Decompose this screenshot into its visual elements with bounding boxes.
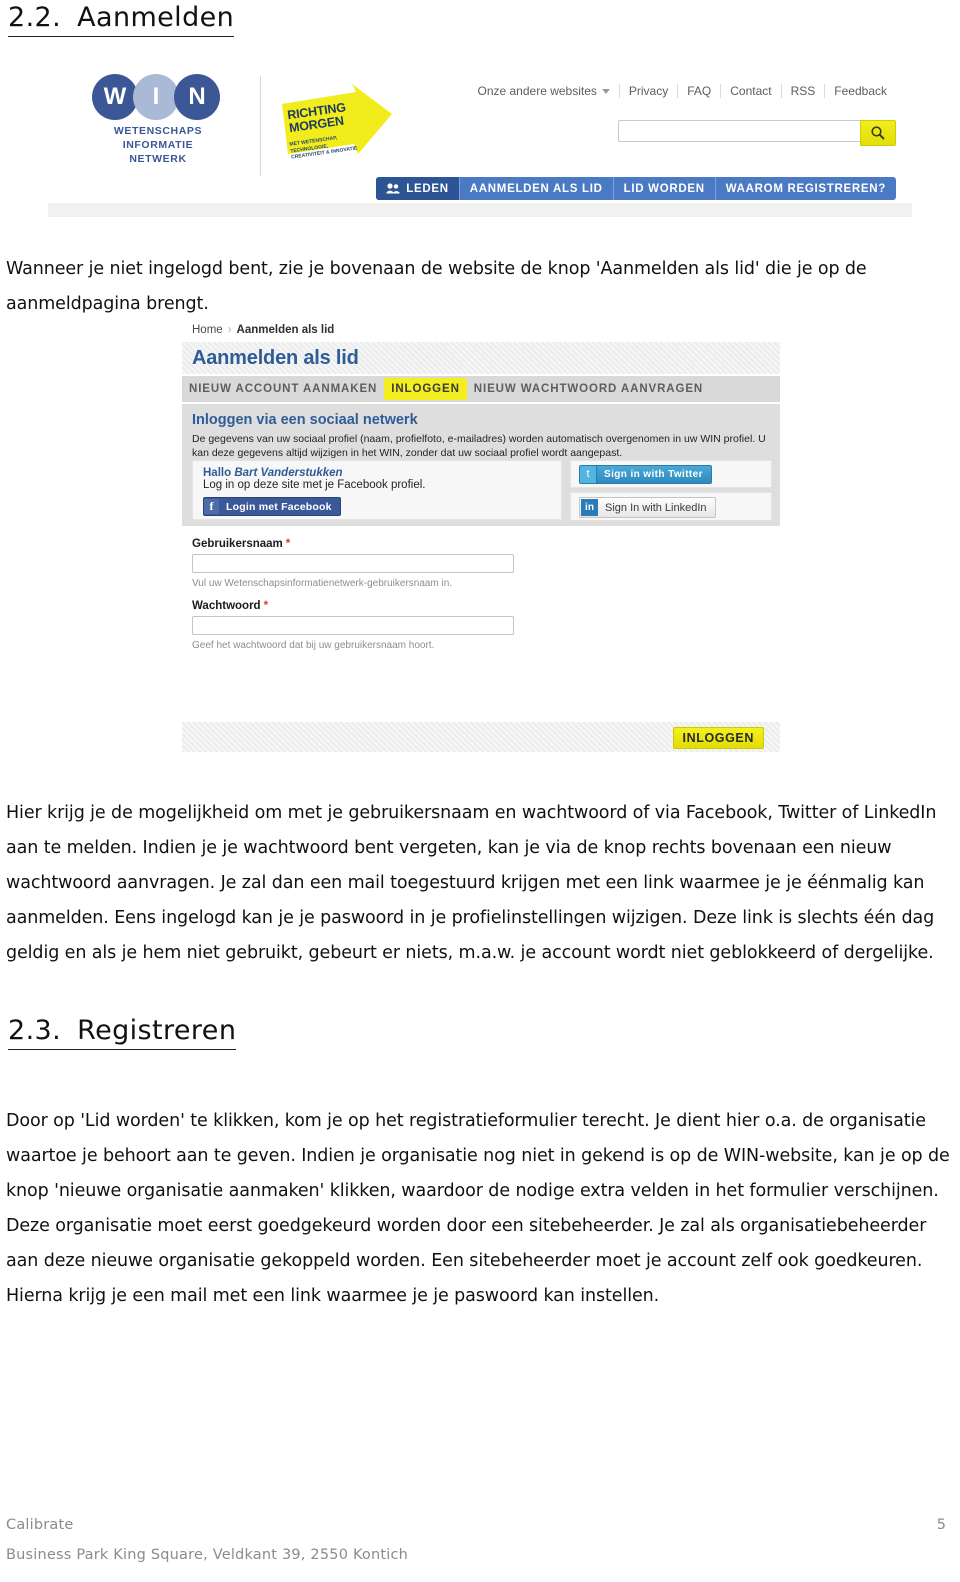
breadcrumb-current: Aanmelden als lid (236, 324, 335, 336)
login-submit-button[interactable]: INLOGGEN (672, 727, 764, 749)
richting-morgen-arrow: RICHTING MORGEN MET WETENSCHAP, TECHNOLO… (278, 82, 396, 174)
member-bar-waarom-registreren[interactable]: WAAROM REGISTREREN? (714, 177, 896, 200)
paragraph-login-options: Hier krijg je de mogelijkheid om met je … (6, 802, 937, 963)
win-logo-circles: W I N (92, 74, 224, 120)
twitter-login-button[interactable]: t Sign in with Twitter (579, 465, 712, 484)
section-title: Aanmelden (77, 2, 235, 33)
paragraph-aanmelden-intro: Wanneer je niet ingelogd bent, zie je bo… (6, 258, 867, 314)
breadcrumb: Home › Aanmelden als lid (192, 324, 334, 336)
page-title-band: Aanmelden als lid (182, 342, 780, 374)
greeting-prefix: Hallo (203, 467, 235, 479)
logo-letter-n: N (174, 74, 220, 120)
social-login-section: Inloggen via een sociaal netwerk De gege… (182, 404, 780, 526)
search-input[interactable] (618, 120, 860, 142)
linkedin-panel: in Sign In with LinkedIn (570, 492, 772, 521)
people-icon (386, 183, 400, 194)
nav-dropdown-label: Onze andere websites (477, 84, 597, 98)
member-bar-leden[interactable]: LEDEN (376, 177, 459, 200)
member-action-bar: LEDEN AANMELDEN ALS LID LID WORDEN WAARO… (376, 177, 896, 200)
section-heading-2-3: 2.3. Registreren (8, 1015, 237, 1050)
facebook-panel: Hallo Bart Vanderstukken Log in op deze … (192, 460, 562, 520)
section-title: Registreren (77, 1015, 237, 1046)
form-submit-strip: INLOGGEN (182, 722, 780, 752)
social-login-heading: Inloggen via een sociaal netwerk (192, 412, 418, 428)
twitter-login-label: Sign in with Twitter (604, 469, 703, 480)
username-help-text: Vul uw Wetenschapsinformatienetwerk-gebr… (192, 578, 453, 589)
username-required-marker: * (285, 538, 291, 550)
username-label: Gebruikersnaam * (192, 538, 290, 550)
twitter-icon: t (580, 466, 597, 483)
logo-letter-w: W (92, 74, 138, 120)
breadcrumb-home[interactable]: Home (192, 324, 223, 336)
nav-item-rss[interactable]: RSS (780, 84, 825, 98)
wordmark-line-1: WETENSCHAPS (113, 125, 203, 137)
greeting: Hallo Bart Vanderstukken (193, 461, 561, 479)
search-button[interactable] (860, 120, 896, 146)
section-number: 2.3. (8, 1015, 62, 1046)
password-label-text: Wachtwoord (192, 600, 261, 612)
wordmark-line-2: INFORMATIE (122, 139, 194, 151)
tab-nieuw-account-aanmaken[interactable]: NIEUW ACCOUNT AANMAKEN (182, 378, 384, 400)
logo-divider (260, 76, 261, 176)
win-logo: W I N WETENSCHAPS INFORMATIE NETWERK RIC… (70, 74, 392, 184)
password-required-marker: * (263, 600, 269, 612)
win-logo-wordmark: WETENSCHAPS INFORMATIE NETWERK (70, 124, 246, 166)
wordmark-line-3: NETWERK (129, 153, 187, 165)
tab-nieuw-wachtwoord-aanvragen[interactable]: NIEUW WACHTWOORD AANVRAGEN (467, 378, 710, 400)
nav-item-faq[interactable]: FAQ (677, 84, 720, 98)
password-help-text: Geef het wachtwoord dat bij uw gebruiker… (192, 640, 435, 651)
facebook-description: Log in op deze site met je Facebook prof… (203, 479, 426, 491)
linkedin-icon: in (581, 499, 598, 516)
member-bar-leden-label: LEDEN (406, 182, 449, 195)
page-title: Aanmelden als lid (192, 347, 359, 369)
screenshot-win-header: W I N WETENSCHAPS INFORMATIE NETWERK RIC… (48, 62, 912, 217)
screenshot-bottom-strip (48, 203, 912, 217)
password-input[interactable] (192, 616, 514, 635)
twitter-panel: t Sign in with Twitter (570, 460, 772, 488)
footer-company: Calibrate (6, 1517, 74, 1533)
nav-item-feedback[interactable]: Feedback (824, 84, 896, 98)
username-input[interactable] (192, 554, 514, 573)
search-icon (871, 126, 885, 140)
member-bar-aanmelden-als-lid[interactable]: AANMELDEN ALS LID (458, 177, 613, 200)
top-utility-nav: Onze andere websites Privacy FAQ Contact… (468, 84, 896, 98)
chevron-down-icon (601, 89, 610, 95)
section-heading-2-2: 2.2. Aanmelden (8, 2, 235, 37)
nav-item-privacy[interactable]: Privacy (618, 84, 677, 98)
section-number: 2.2. (8, 2, 62, 33)
screenshot-login-page: Home › Aanmelden als lid Aanmelden als lid… (182, 316, 780, 756)
site-search (618, 120, 896, 146)
facebook-login-label: Login met Facebook (226, 500, 332, 513)
login-tabs: NIEUW ACCOUNT AANMAKEN INLOGGEN NIEUW WA… (182, 376, 780, 402)
social-login-description: De gegevens van uw sociaal profiel (naam… (192, 433, 766, 459)
footer-address: Business Park King Square, Veldkant 39, … (6, 1547, 409, 1563)
logo-letter-i: I (133, 74, 179, 120)
linkedin-login-button[interactable]: in Sign In with LinkedIn (579, 497, 716, 518)
facebook-icon: f (204, 499, 219, 514)
password-label: Wachtwoord * (192, 600, 268, 612)
username-label-text: Gebruikersnaam (192, 538, 283, 550)
member-bar-lid-worden[interactable]: LID WORDEN (612, 177, 715, 200)
nav-item-contact[interactable]: Contact (720, 84, 780, 98)
user-name: Bart Vanderstukken (234, 467, 343, 479)
nav-dropdown-other-websites[interactable]: Onze andere websites (468, 84, 618, 98)
breadcrumb-separator: › (227, 324, 232, 336)
footer-page-number: 5 (936, 1517, 946, 1533)
facebook-login-button[interactable]: f Login met Facebook (203, 497, 341, 516)
linkedin-login-label: Sign In with LinkedIn (605, 501, 707, 514)
paragraph-registreren: Door op 'Lid worden' te klikken, kom je … (6, 1110, 950, 1306)
tab-inloggen[interactable]: INLOGGEN (384, 378, 467, 400)
